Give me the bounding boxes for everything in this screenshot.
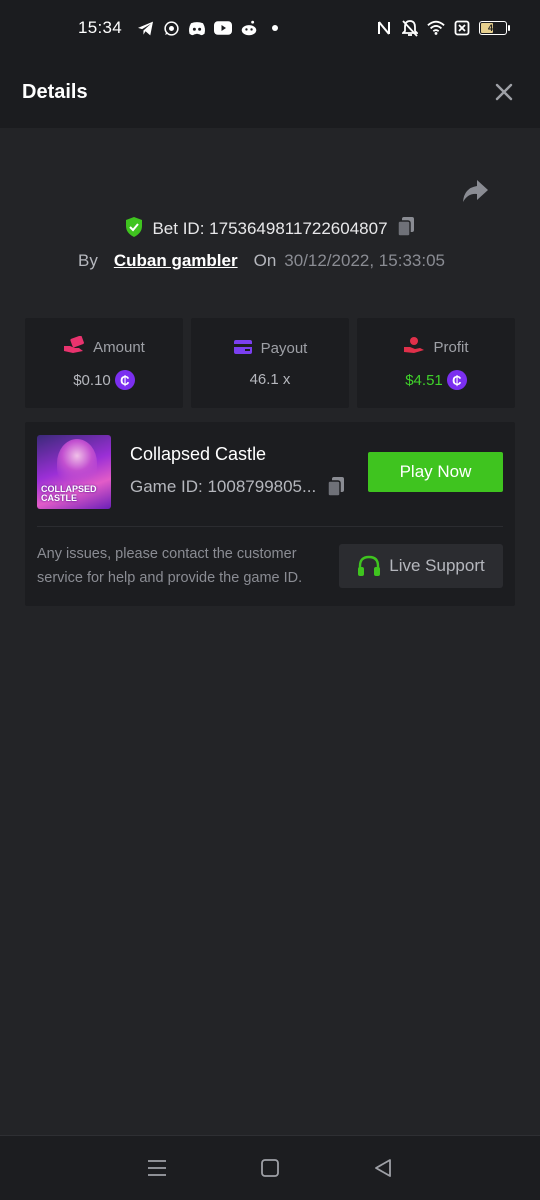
home-button[interactable] [250, 1148, 290, 1188]
whatsapp-icon [162, 19, 180, 37]
game-thumbnail[interactable]: COLLAPSED CASTLE [37, 435, 111, 509]
copy-bet-id-button[interactable] [396, 216, 416, 243]
play-now-button[interactable]: Play Now [368, 452, 503, 492]
game-name: Collapsed Castle [130, 444, 267, 464]
profit-value: $4.51 [405, 371, 443, 389]
coin-icon: ₵ [446, 370, 467, 390]
copy-icon [396, 216, 414, 237]
back-triangle-icon [375, 1159, 392, 1177]
by-label: By [78, 251, 98, 270]
status-bar: 15:34 46 [0, 0, 540, 56]
bet-stats: Amount $0.10 ₵ Payout 46.1 x Profit $4.5… [25, 318, 515, 408]
close-button[interactable] [490, 78, 518, 106]
payout-label: Payout [260, 340, 308, 357]
payout-value: 46.1 x [249, 370, 291, 388]
profit-card: Profit $4.51 ₵ [357, 318, 515, 408]
youtube-icon [214, 19, 233, 37]
game-thumbnail-title: COLLAPSED CASTLE [41, 484, 97, 503]
no-sim-icon [453, 19, 471, 37]
dot-icon [266, 19, 284, 37]
support-hint: Any issues, please contact the customer … [37, 546, 303, 586]
mute-icon [401, 19, 419, 37]
wifi-icon [427, 19, 445, 37]
status-time: 15:34 [78, 18, 123, 37]
reddit-icon [240, 19, 258, 37]
game-card: COLLAPSED CASTLE Collapsed Castle Game I… [25, 422, 515, 606]
recents-button[interactable] [137, 1148, 177, 1188]
bet-id-row: Bet ID: 1753649811722604807 [0, 216, 540, 242]
battery-level: 46 [487, 23, 498, 33]
username-link[interactable]: Cuban gambler [114, 251, 238, 271]
profit-label: Profit [433, 338, 469, 356]
telegram-icon [136, 19, 154, 37]
on-label: On [253, 251, 277, 270]
system-nav-bar [0, 1135, 540, 1200]
bet-id: Bet ID: 1753649811722604807 [152, 219, 388, 238]
live-support-label: Live Support [389, 556, 485, 575]
battery-icon: 46 [479, 21, 510, 35]
card-icon [233, 339, 253, 359]
share-button[interactable] [460, 178, 492, 206]
divider [37, 526, 503, 527]
menu-icon [147, 1160, 166, 1176]
amount-card: Amount $0.10 ₵ [25, 318, 183, 408]
close-icon [495, 83, 513, 101]
profit-hand-icon [403, 336, 425, 358]
discord-icon [188, 19, 206, 37]
payout-card: Payout 46.1 x [191, 318, 349, 408]
live-support-button[interactable]: Live Support [339, 544, 503, 588]
system-icons: 46 [375, 19, 510, 37]
notification-icons [136, 19, 284, 37]
bet-date: 30/12/2022, 15:33:05 [284, 251, 445, 270]
coin-icon: ₵ [114, 370, 135, 390]
details-header: Details [0, 56, 540, 128]
amount-value: $0.10 [73, 371, 111, 389]
copy-game-id-button[interactable] [326, 476, 346, 498]
bet-meta-row: By Cuban gambler On 30/12/2022, 15:33:05 [78, 248, 445, 274]
home-square-icon [261, 1159, 279, 1177]
game-id-row: Game ID: 1008799805... [130, 476, 346, 498]
copy-icon [327, 477, 345, 497]
back-button[interactable] [363, 1148, 403, 1188]
amount-label: Amount [93, 338, 145, 356]
verified-shield-icon [124, 216, 144, 243]
page-title: Details [22, 80, 88, 103]
share-icon [463, 180, 488, 202]
nfc-icon [375, 19, 393, 37]
amount-hand-icon [63, 335, 85, 358]
headset-icon [357, 555, 381, 577]
game-id: Game ID: 1008799805... [130, 477, 317, 496]
